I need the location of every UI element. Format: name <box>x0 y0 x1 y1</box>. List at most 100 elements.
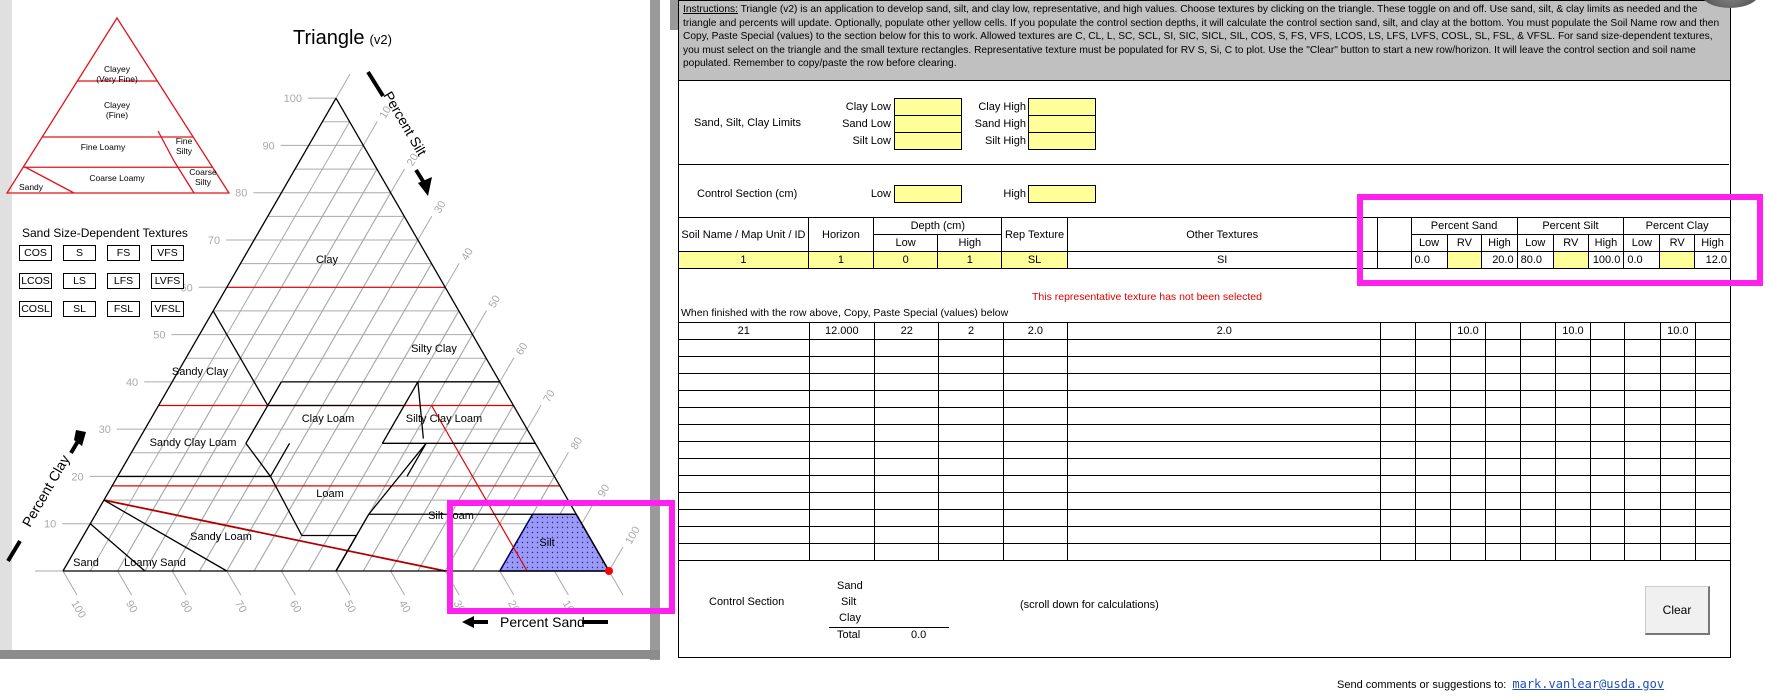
pasted-cell[interactable] <box>1659 356 1697 374</box>
pasted-cell[interactable] <box>1414 475 1451 493</box>
pasted-cell[interactable] <box>1380 492 1416 510</box>
pasted-cell[interactable] <box>1380 509 1416 527</box>
pasted-cell[interactable] <box>1519 339 1556 357</box>
pasted-cell[interactable] <box>679 356 810 374</box>
pasted-cell[interactable] <box>1624 509 1661 527</box>
pasted-cell[interactable] <box>938 356 1004 374</box>
pasted-cell[interactable] <box>1695 526 1730 544</box>
texture-button-ls[interactable]: LS <box>63 273 96 289</box>
pasted-cell[interactable] <box>679 373 810 391</box>
pasted-cell[interactable] <box>1695 390 1730 408</box>
pasted-cell[interactable] <box>1554 492 1592 510</box>
rep-texture-input[interactable]: SL <box>1001 251 1068 269</box>
pasted-cell[interactable] <box>1485 441 1521 459</box>
depth-high-input[interactable]: 1 <box>937 251 1003 269</box>
pasted-cell[interactable] <box>1659 509 1697 527</box>
pasted-cell[interactable] <box>1449 475 1487 493</box>
pasted-cell[interactable] <box>1624 322 1661 340</box>
pasted-cell[interactable] <box>938 543 1004 561</box>
pasted-cell[interactable] <box>1067 509 1382 527</box>
texture-button-vfs[interactable]: VFS <box>151 245 184 261</box>
pasted-cell[interactable] <box>1695 356 1730 374</box>
pasted-cell[interactable] <box>679 543 810 561</box>
pasted-cell[interactable] <box>1449 339 1487 357</box>
pasted-cell[interactable] <box>1659 441 1697 459</box>
pasted-cell[interactable] <box>1380 475 1416 493</box>
pasted-cell[interactable] <box>1590 322 1626 340</box>
silt-rv-input[interactable] <box>1552 251 1589 269</box>
pasted-cell[interactable] <box>1380 373 1416 391</box>
pasted-cell[interactable] <box>1485 373 1521 391</box>
pasted-cell[interactable] <box>1519 407 1556 425</box>
pasted-cell[interactable] <box>1659 339 1697 357</box>
pasted-cell[interactable] <box>1519 492 1556 510</box>
pasted-cell[interactable] <box>874 458 940 476</box>
pasted-cell[interactable] <box>1002 475 1069 493</box>
pasted-cell[interactable] <box>874 390 940 408</box>
pasted-cell[interactable] <box>1519 356 1556 374</box>
pasted-cell[interactable] <box>938 475 1004 493</box>
pasted-cell[interactable] <box>938 407 1004 425</box>
pasted-cell[interactable] <box>679 475 810 493</box>
pasted-cell[interactable] <box>1414 390 1451 408</box>
pasted-cell[interactable] <box>1414 356 1451 374</box>
pasted-cell[interactable] <box>1554 509 1592 527</box>
pasted-cell[interactable] <box>808 526 876 544</box>
pasted-cell[interactable] <box>1554 339 1592 357</box>
pasted-cell[interactable] <box>1554 373 1592 391</box>
pasted-cell[interactable] <box>1624 339 1661 357</box>
pasted-cell[interactable] <box>1554 458 1592 476</box>
pasted-cell[interactable] <box>1590 356 1626 374</box>
pasted-cell[interactable] <box>1519 373 1556 391</box>
pasted-cell[interactable] <box>1519 458 1556 476</box>
cs-high-input[interactable] <box>1028 185 1096 203</box>
pasted-cell[interactable] <box>808 475 876 493</box>
pasted-cell[interactable] <box>1659 373 1697 391</box>
pasted-cell[interactable] <box>1380 390 1416 408</box>
pasted-cell[interactable] <box>1002 356 1069 374</box>
pasted-cell[interactable] <box>1695 458 1730 476</box>
pasted-cell[interactable] <box>1519 509 1556 527</box>
pasted-cell[interactable] <box>1485 424 1521 442</box>
pasted-cell[interactable] <box>1590 509 1626 527</box>
pasted-cell[interactable]: 10.0 <box>1659 322 1697 340</box>
pasted-cell[interactable] <box>1554 407 1592 425</box>
pasted-cell[interactable] <box>1449 492 1487 510</box>
pasted-cell[interactable] <box>1624 492 1661 510</box>
texture-button-vfsl[interactable]: VFSL <box>151 301 184 317</box>
pasted-cell[interactable] <box>1659 543 1697 561</box>
pasted-cell[interactable] <box>1659 475 1697 493</box>
pasted-cell[interactable] <box>808 373 876 391</box>
pasted-cell[interactable] <box>1002 339 1069 357</box>
texture-button-lcos[interactable]: LCOS <box>19 273 52 289</box>
pasted-cell[interactable] <box>874 509 940 527</box>
pasted-cell[interactable] <box>1554 475 1592 493</box>
pasted-cell[interactable] <box>1624 356 1661 374</box>
pasted-cell[interactable] <box>1067 424 1382 442</box>
pasted-cell[interactable] <box>1449 390 1487 408</box>
pasted-cell[interactable] <box>1414 492 1451 510</box>
pasted-cell[interactable] <box>1485 322 1521 340</box>
pasted-cell[interactable] <box>1659 458 1697 476</box>
pasted-cell[interactable] <box>1380 458 1416 476</box>
pasted-cell[interactable] <box>808 509 876 527</box>
pasted-cell[interactable] <box>1449 509 1487 527</box>
pasted-cell[interactable] <box>1449 441 1487 459</box>
pasted-cell[interactable] <box>1485 407 1521 425</box>
pasted-cell[interactable] <box>1002 543 1069 561</box>
texture-triangle[interactable]: Clay Silty Clay Sandy Clay Clay Loam Silty C… <box>0 0 662 650</box>
pasted-cell[interactable] <box>1067 441 1382 459</box>
clay-low-input[interactable] <box>894 98 962 116</box>
pasted-cell[interactable] <box>1519 526 1556 544</box>
pasted-cell[interactable] <box>1002 492 1069 510</box>
soil-name-input[interactable]: 1 <box>679 251 809 269</box>
pasted-cell[interactable] <box>1002 424 1069 442</box>
pasted-cell[interactable] <box>1590 407 1626 425</box>
pasted-cell[interactable] <box>1485 509 1521 527</box>
pasted-cell[interactable] <box>1002 407 1069 425</box>
pasted-cell[interactable] <box>808 356 876 374</box>
pasted-cell[interactable]: 21 <box>679 322 810 340</box>
pasted-cell[interactable] <box>1519 390 1556 408</box>
pasted-cell[interactable] <box>874 543 940 561</box>
silt-low-input[interactable] <box>894 132 962 150</box>
